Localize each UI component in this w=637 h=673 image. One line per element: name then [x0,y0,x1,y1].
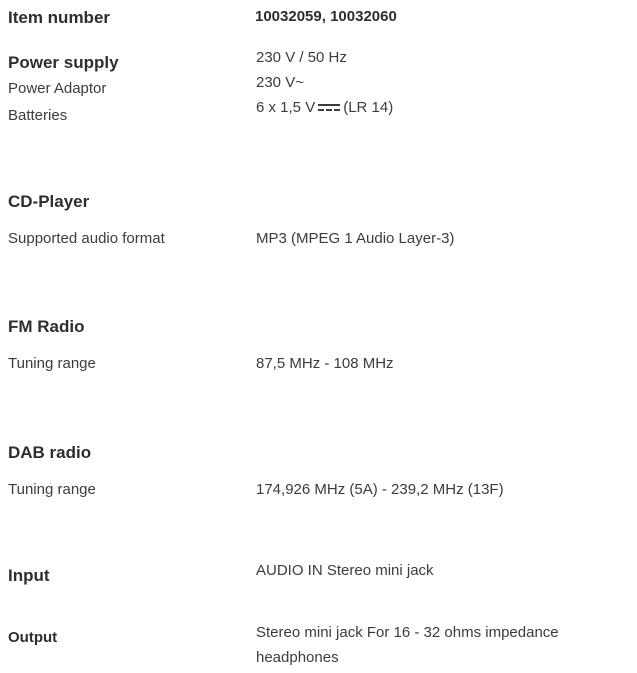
fm-tuning-range-value: 87,5 MHz - 108 MHz [256,355,394,372]
dab-tuning-range-label: Tuning range [8,481,96,498]
item-number-value: 10032059, 10032060 [255,8,397,25]
dab-radio-heading: DAB radio [8,443,92,462]
fm-radio-heading: FM Radio [8,317,85,336]
fm-tuning-range-label: Tuning range [8,355,96,372]
output-value-line2: headphones [256,649,339,666]
input-label: Input [8,566,50,585]
batteries-label: Batteries [8,107,68,124]
audio-format-value: MP3 (MPEG 1 Audio Layer-3) [256,230,455,247]
audio-format-label: Supported audio format [8,230,165,247]
cd-player-heading: CD-Player [8,192,90,211]
power-supply-heading: Power supply [8,53,119,72]
dab-tuning-range-value: 174,926 MHz (5A) - 239,2 MHz (13F) [256,481,504,498]
power-adaptor-label: Power Adaptor [8,80,107,97]
output-value-line1: Stereo mini jack For 16 - 32 ohms impeda… [256,624,559,641]
power-supply-value: 230 V / 50 Hz [256,49,347,66]
dc-current-icon [318,103,341,111]
item-number-label: Item number [8,8,111,27]
input-value: AUDIO IN Stereo mini jack [256,562,434,579]
output-label: Output [8,629,58,646]
power-adaptor-value: 230 V~ [256,74,304,91]
batteries-value-suffix: (LR 14) [343,99,394,116]
batteries-value: 6 x 1,5 V (LR 14) [256,99,393,116]
batteries-value-prefix: 6 x 1,5 V [256,99,316,116]
